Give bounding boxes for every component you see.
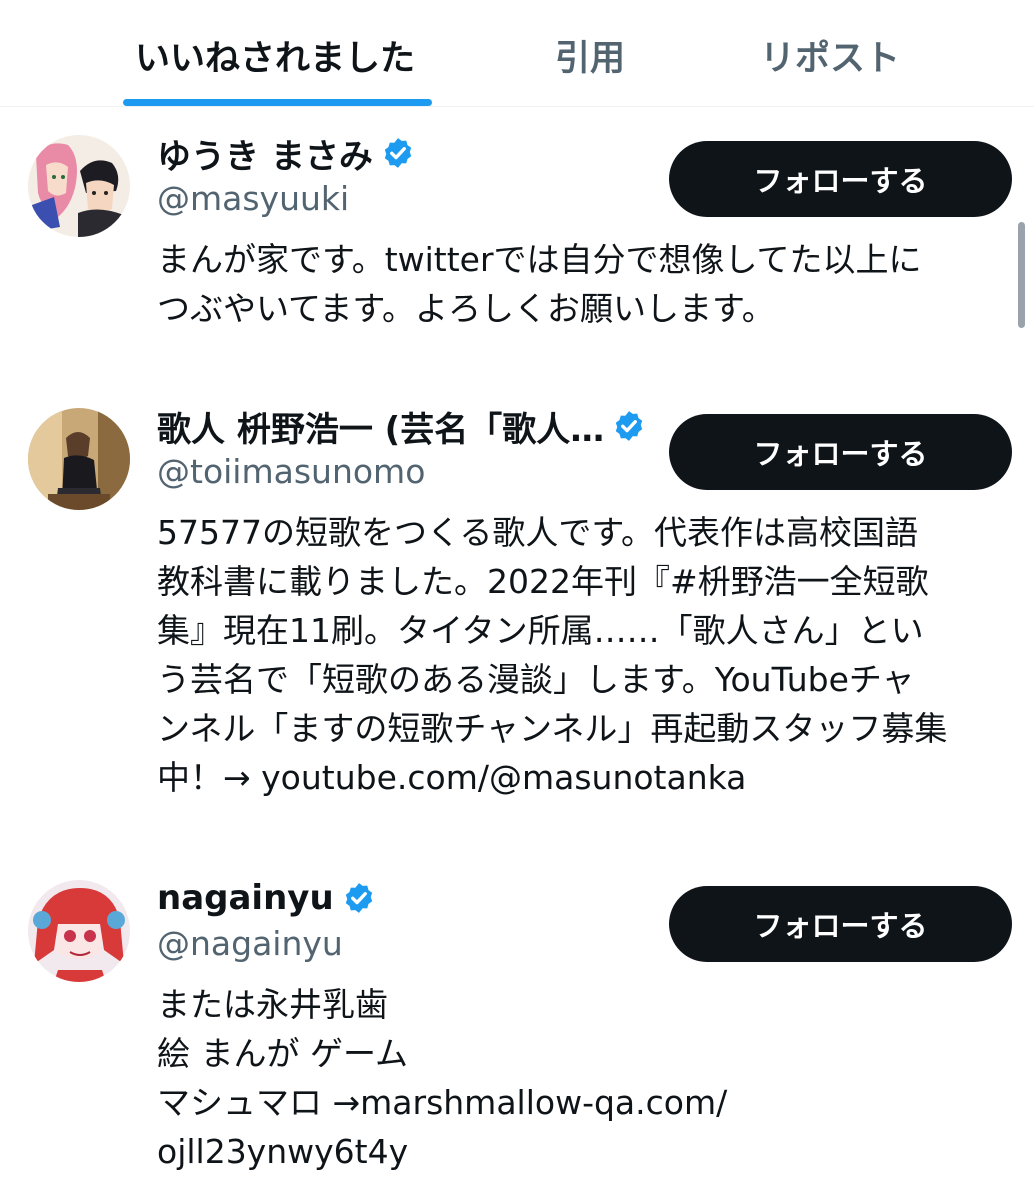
tab-quotes[interactable]: 引用 (555, 30, 625, 81)
bio-line: 集』現在11刷。タイタン所属……「歌人さん」とい (157, 611, 924, 650)
name-row: ゆうき まさみ (157, 129, 415, 177)
follow-button[interactable]: フォローする (669, 141, 1012, 217)
name-row: 歌人 枡野浩一 (芸名「歌人… (157, 402, 646, 450)
user-handle[interactable]: @toiimasunomo (157, 452, 425, 491)
follow-button[interactable]: フォローする (669, 886, 1012, 962)
bio-line: または永井乳歯 (157, 985, 388, 1024)
verified-badge-icon (345, 883, 372, 913)
user-bio: 57577の短歌をつくる歌人です。代表作は高校国語 教科書に載りました。2022… (157, 508, 1007, 802)
bio-line: 57577の短歌をつくる歌人です。代表作は高校国語 (157, 513, 919, 552)
user-handle[interactable]: @nagainyu (157, 924, 343, 963)
display-name[interactable]: nagainyu (157, 878, 334, 918)
avatar[interactable] (28, 135, 130, 237)
avatar[interactable] (28, 880, 130, 982)
verified-badge-icon (616, 411, 643, 441)
bio-line: 教科書に載りました。2022年刊『#枡野浩一全短歌 (157, 562, 929, 601)
bio-line: まんが家です。twitterでは自分で想像してた以上に (157, 240, 922, 279)
bio-line: う芸名で「短歌のある漫談」します。YouTubeチャ (157, 660, 915, 699)
bio-line: つぶやいてます。よろしくお願いします。 (157, 289, 775, 328)
display-name[interactable]: ゆうき まさみ (157, 129, 373, 178)
active-tab-indicator (123, 99, 432, 106)
bio-line: マシュマロ →marshmallow-qa.com/ (157, 1083, 728, 1122)
tab-liked[interactable]: いいねされました (135, 30, 415, 81)
bio-line: ンネル「ますの短歌チャンネル」再起動スタッフ募集 (157, 709, 948, 748)
bio-line: 絵 まんが ゲーム (157, 1034, 408, 1073)
avatar[interactable] (28, 408, 130, 510)
verified-badge-icon (384, 138, 412, 168)
follow-button[interactable]: フォローする (669, 414, 1012, 490)
bio-line: ojll23ynwy6t4y (157, 1132, 409, 1171)
bio-line: 中！→ youtube.com/@masunotanka (157, 758, 747, 797)
user-bio: または永井乳歯 絵 まんが ゲーム マシュマロ →marshmallow-qa.… (157, 980, 1007, 1176)
tab-bar: いいねされました 引用 リポスト (0, 0, 1034, 107)
scrollbar[interactable] (1018, 222, 1025, 328)
name-row: nagainyu (157, 874, 376, 922)
tab-reposts[interactable]: リポスト (760, 30, 900, 81)
display-name[interactable]: 歌人 枡野浩一 (芸名「歌人… (157, 402, 604, 451)
user-bio: まんが家です。twitterでは自分で想像してた以上に つぶやいてます。よろしく… (157, 235, 1007, 333)
user-handle[interactable]: @masyuuki (157, 179, 349, 218)
